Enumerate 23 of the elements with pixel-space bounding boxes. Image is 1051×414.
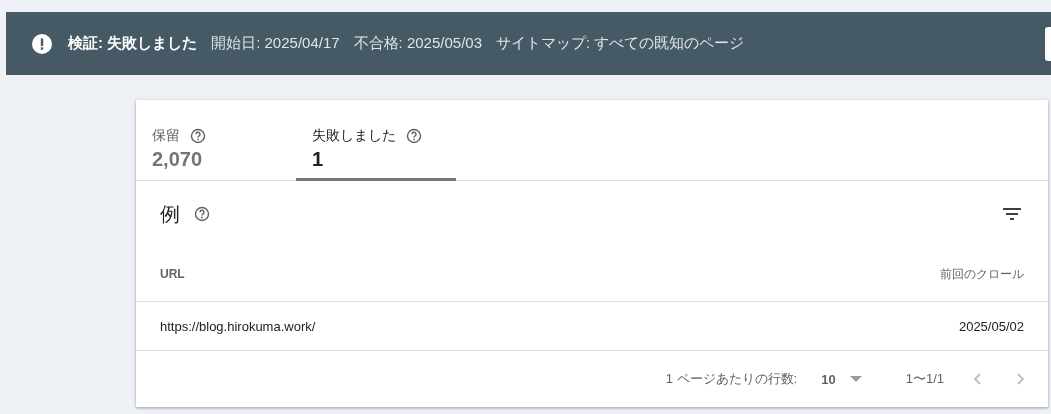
banner-detail: サイトマップ: すべての既知のページ — [496, 34, 745, 53]
help-icon[interactable] — [194, 206, 210, 222]
help-icon[interactable] — [406, 128, 422, 144]
tab-count: 1 — [312, 148, 325, 171]
help-icon[interactable] — [190, 128, 206, 144]
banner-detail: 開始日: 2025/04/17 — [211, 34, 340, 53]
tab-label: 失敗しました — [312, 127, 396, 145]
banner-title: 検証: 失敗しました — [68, 34, 198, 53]
section-title: 例 — [160, 201, 180, 227]
page-range: 1〜1/1 — [905, 370, 944, 388]
status-tab[interactable]: 保留 2,070 — [136, 100, 296, 181]
column-header[interactable]: URL — [160, 267, 185, 281]
alert-icon — [32, 33, 52, 54]
banner-detail: 不合格: 2025/05/03 — [353, 34, 482, 53]
rows-per-page-select[interactable]: 10 — [815, 370, 868, 388]
tab-label: 保留 — [152, 127, 180, 145]
dropdown-caret-icon — [849, 376, 862, 382]
status-tab[interactable]: 失敗しました 1 — [296, 100, 456, 181]
table-cell: 2025/05/02 — [958, 318, 1024, 334]
column-header[interactable]: 前回のクロール — [940, 265, 1024, 283]
tab-count: 2,070 — [152, 148, 204, 171]
rows-per-page-label: 1 ページあたりの行数: — [665, 370, 798, 388]
table-cell: https://blog.hirokuma.work/ — [160, 318, 316, 334]
